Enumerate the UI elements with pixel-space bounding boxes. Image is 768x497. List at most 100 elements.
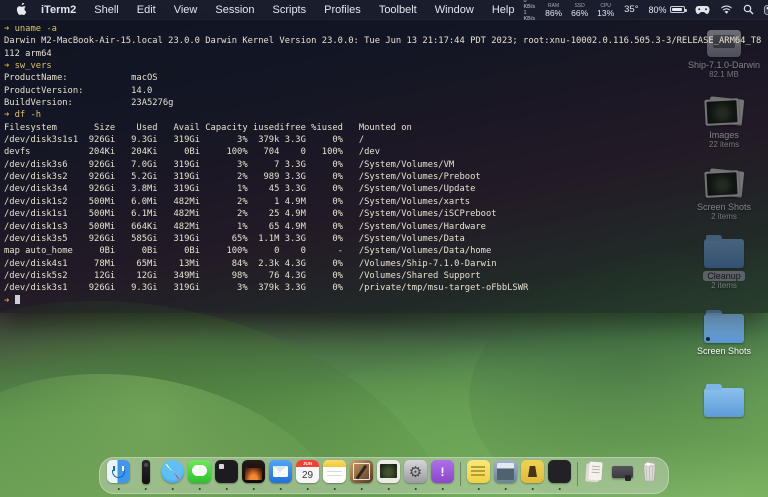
photo-app-icon (242, 460, 265, 483)
iterm2-terminal-window[interactable]: ➜ uname -a Darwin M2-MacBook-Air-15.local… (0, 19, 768, 313)
output-line: Darwin M2-MacBook-Air-15.local 23.0.0 Da… (4, 35, 768, 47)
prompt-symbol: ➜ (4, 295, 15, 306)
desktop-icon-screen-shots-folder[interactable]: Screen Shots (688, 310, 760, 356)
running-indicator-dot (477, 487, 480, 490)
dock-item-app-window[interactable] (493, 460, 518, 490)
df-row-line: /dev/disk1s1 500Mi 6.1Mi 482Mi 2% 25 4.9… (4, 208, 768, 220)
menu-bar: iTerm2 Shell Edit View Session Scripts Profile… (0, 0, 768, 22)
running-indicator-dot (414, 487, 417, 490)
df-row: /dev/disk3s1 926Gi 9.3Gi 319Gi 3% 379k 3… (4, 283, 529, 294)
dock-item-preview[interactable] (349, 460, 374, 490)
df-header: Filesystem Size Used Avail Capacity iuse… (4, 122, 412, 133)
dock-item-stickies[interactable] (466, 460, 491, 490)
wifi-icon[interactable] (720, 5, 733, 15)
cpu-gauge-widget[interactable]: CPU 13% (597, 3, 614, 17)
menu-shell[interactable]: Shell (85, 4, 127, 16)
dock-separator (460, 462, 461, 486)
folder-icon (704, 310, 744, 343)
apple-menu[interactable] (10, 3, 32, 16)
ssd-gauge-widget[interactable]: SSD 66% (571, 3, 588, 17)
menu-iterm2[interactable]: iTerm2 (32, 4, 85, 16)
running-indicator-dot (306, 487, 309, 490)
running-indicator-dot (441, 487, 444, 490)
dock-item-dark-app[interactable] (214, 460, 239, 490)
black-app-icon (548, 460, 571, 483)
calendar-day: 29 (301, 469, 314, 481)
dock-item-photos-stack[interactable] (376, 460, 401, 490)
command-line: ➜ sw_vers (4, 60, 768, 72)
df-row: /dev/disk3s2 926Gi 5.2Gi 319Gi 2% 989 3.… (4, 172, 481, 183)
net-down: 1 KB/s (523, 9, 536, 22)
df-row-line: /dev/disk3s2 926Gi 5.2Gi 319Gi 2% 989 3.… (4, 171, 768, 183)
dock-item-system-settings[interactable]: ⚙ (403, 460, 428, 490)
command-line: ➜ df -h (4, 109, 768, 121)
dock-item-documents-stack[interactable] (583, 460, 608, 488)
dock-item-finder[interactable] (106, 460, 131, 490)
command-text: uname -a (14, 24, 57, 34)
control-center-icon[interactable] (763, 4, 768, 15)
df-row-line: /dev/disk4s1 78Mi 65Mi 13Mi 84% 2.3k 4.3… (4, 258, 768, 270)
output-text: Darwin M2-MacBook-Air-15.local 23.0.0 Da… (4, 36, 762, 47)
menu-session[interactable]: Session (206, 4, 263, 16)
preview-icon (350, 460, 373, 483)
search-icon[interactable] (743, 4, 754, 15)
running-indicator-dot (360, 487, 363, 490)
folder-icon (704, 384, 744, 417)
calendar-icon: JUN 29 (296, 460, 319, 483)
battery-widget[interactable]: 80% (649, 5, 687, 15)
dock-item-mail[interactable] (268, 460, 293, 490)
documents-stack-icon (584, 460, 607, 483)
yellow-utility-icon (521, 460, 544, 483)
calendar-month: JUN (296, 460, 319, 467)
df-row-line: /dev/disk1s3 500Mi 664Ki 482Mi 1% 65 4.9… (4, 221, 768, 233)
running-indicator-dot (531, 487, 534, 490)
command-line: ➜ uname -a (4, 23, 768, 35)
output-text: 112 arm64 (4, 48, 52, 59)
dock-item-feedback-assistant[interactable]: ! (430, 460, 455, 490)
running-indicator-dot (225, 487, 228, 490)
ram-gauge-widget[interactable]: RAM 86% (545, 3, 562, 17)
dock-item-remote[interactable] (133, 460, 158, 490)
output-text: BuildVersion: 23A5276g (4, 98, 174, 109)
dock-item-yellow-utility[interactable] (520, 460, 545, 490)
command-text: sw_vers (14, 61, 52, 72)
menu-help[interactable]: Help (483, 4, 524, 16)
game-controller-icon[interactable] (695, 5, 710, 15)
menu-edit[interactable]: Edit (128, 4, 165, 16)
menu-toolbelt[interactable]: Toolbelt (370, 4, 426, 16)
df-row-line: /dev/disk3s5 926Gi 585Gi 319Gi 65% 1.1M … (4, 233, 768, 245)
output-text: ProductVersion: 14.0 (4, 85, 153, 96)
temperature-widget[interactable]: 35° (624, 4, 638, 15)
df-row: /dev/disk1s2 500Mi 6.0Mi 482Mi 2% 1 4.9M… (4, 196, 471, 207)
notes-icon (323, 460, 346, 483)
dock-item-black-app[interactable] (547, 460, 572, 490)
menu-window[interactable]: Window (426, 4, 483, 16)
dock-item-minimized-window[interactable] (610, 460, 635, 488)
dock-item-safari[interactable] (160, 460, 185, 490)
network-throughput-widget[interactable]: 0 KB/s 1 KB/s (523, 0, 535, 22)
menu-scripts[interactable]: Scripts (264, 4, 316, 16)
dock-item-messages[interactable] (187, 460, 212, 490)
running-indicator-dot (387, 487, 390, 490)
menu-view[interactable]: View (165, 4, 207, 16)
running-indicator-dot (252, 487, 255, 490)
dock-item-calendar[interactable]: JUN 29 (295, 460, 320, 490)
dock-item-trash[interactable] (637, 460, 662, 488)
dock-item-photo-app[interactable] (241, 460, 266, 490)
desktop-icon-label: Screen Shots (696, 346, 752, 356)
running-indicator-dot (558, 487, 561, 490)
df-row: /dev/disk1s3 500Mi 664Ki 482Mi 1% 65 4.9… (4, 221, 486, 232)
safari-icon (161, 460, 184, 483)
desktop-icon-untitled-folder[interactable] (688, 384, 760, 417)
folder-badge (706, 337, 710, 341)
df-row: /dev/disk4s1 78Mi 65Mi 13Mi 84% 2.3k 4.3… (4, 258, 497, 269)
messages-icon (188, 460, 211, 483)
df-row: /dev/disk5s2 12Gi 12Gi 349Mi 98% 76 4.3G… (4, 270, 481, 281)
net-up: 0 KB/s (523, 0, 536, 10)
dock: JUN 29 ⚙! (99, 457, 669, 494)
output-line: ProductVersion: 14.0 (4, 85, 768, 97)
dock-item-notes[interactable] (322, 460, 347, 490)
command-text: df -h (14, 110, 42, 121)
menu-profiles[interactable]: Profiles (315, 4, 370, 16)
output-line: BuildVersion: 23A5276g (4, 97, 768, 109)
